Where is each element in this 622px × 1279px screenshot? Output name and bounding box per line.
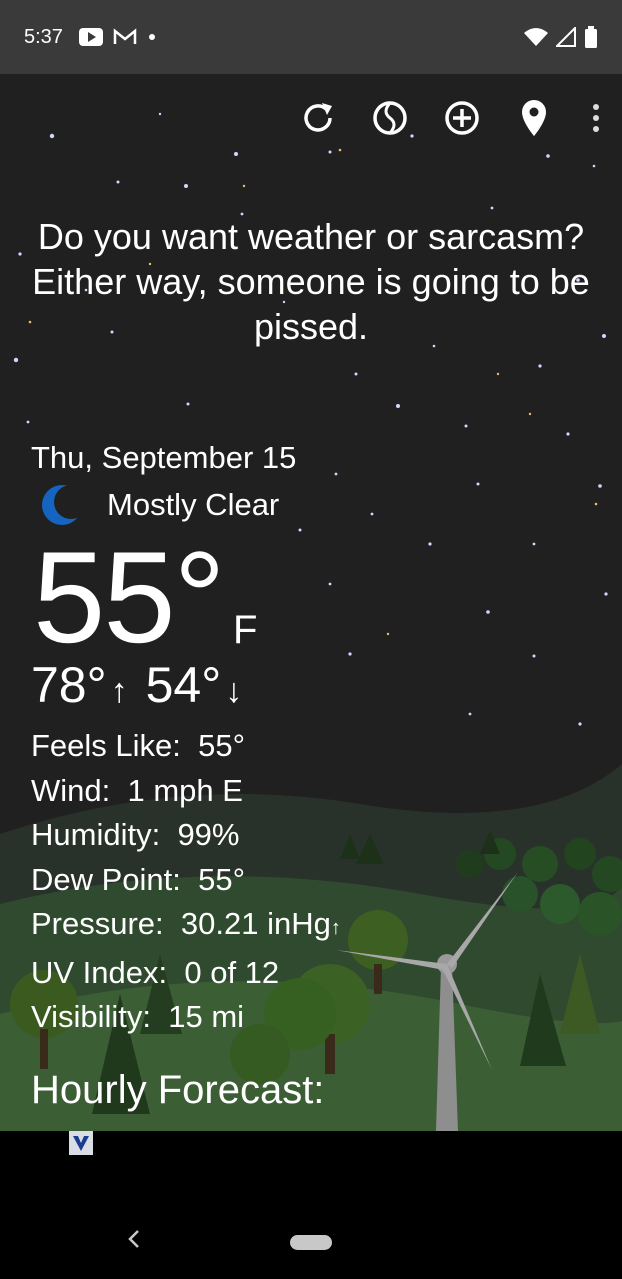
pressure-rising-icon: ↑: [330, 917, 341, 939]
detail-wind: Wind: 1 mph E: [31, 769, 341, 814]
weather-scene: Do you want weather or sarcasm? Either w…: [0, 74, 622, 1131]
status-bar: 5:37: [0, 0, 622, 74]
detail-visibility: Visibility: 15 mi: [31, 995, 341, 1040]
add-location-button[interactable]: [440, 96, 484, 140]
gmail-icon: [113, 28, 137, 44]
nav-back-button[interactable]: [124, 1227, 144, 1256]
radar-button[interactable]: [368, 96, 412, 140]
status-time: 5:37: [24, 25, 63, 48]
current-date: Thu, September 15: [31, 440, 297, 475]
current-temperature: 55°: [33, 524, 226, 670]
detail-pressure: Pressure: 30.21 inHg↑: [31, 902, 341, 951]
detail-value: 30.21 inHg: [180, 906, 331, 941]
detail-value: 15 mi: [168, 999, 245, 1034]
v-logo-icon: [73, 1136, 89, 1151]
detail-label: Humidity:: [31, 817, 161, 852]
detail-label: Feels Like:: [31, 728, 181, 763]
detail-humidity: Humidity: 99%: [31, 813, 341, 858]
radar-icon: [373, 101, 407, 135]
back-chevron-icon: [128, 1230, 139, 1248]
detail-value: 0 of 12: [184, 954, 280, 990]
detail-value: 99%: [177, 817, 240, 852]
more-vert-icon: [593, 104, 599, 132]
detail-dew-point: Dew Point: 55°: [31, 858, 341, 903]
detail-label: Wind:: [31, 772, 111, 808]
detail-uv-index: UV Index: 0 of 12: [31, 951, 341, 996]
condition-row: Mostly Clear: [41, 484, 279, 526]
location-button[interactable]: [512, 96, 556, 140]
battery-icon: [585, 26, 597, 48]
detail-label: Pressure:: [31, 906, 164, 941]
temperature-unit: F: [233, 608, 258, 652]
nav-home-pill[interactable]: [290, 1235, 332, 1250]
youtube-icon: [78, 28, 103, 46]
detail-value: 55°: [198, 861, 246, 897]
refresh-icon: [304, 103, 332, 132]
detail-value: 1 mph E: [127, 772, 243, 808]
detail-label: Visibility:: [31, 999, 152, 1034]
high-low-temps: 78° ↑ 54° ↓: [31, 656, 260, 714]
sarcastic-quote: Do you want weather or sarcasm? Either w…: [32, 216, 590, 347]
add-location-icon: [445, 101, 479, 135]
detail-value: 55°: [198, 728, 246, 763]
detail-label: UV Index:: [31, 954, 168, 990]
notification-dot-icon: [148, 34, 155, 40]
top-toolbar: [296, 96, 608, 140]
app-badge-icon[interactable]: [69, 1131, 93, 1155]
low-temp: 54°: [145, 657, 222, 713]
arrow-up-icon: ↑: [110, 672, 128, 710]
bottom-area: [0, 1131, 622, 1279]
location-pin-icon: [522, 100, 546, 136]
weather-details: Feels Like: 55° Wind: 1 mph E Humidity: …: [31, 724, 341, 1040]
hourly-forecast-title: Hourly Forecast:: [31, 1068, 325, 1112]
condition-text: Mostly Clear: [107, 487, 280, 522]
more-options-button[interactable]: [584, 96, 608, 140]
high-temp: 78°: [31, 657, 107, 713]
moon-icon: [42, 485, 83, 525]
detail-label: Dew Point:: [31, 861, 181, 897]
arrow-down-icon: ↓: [225, 672, 243, 710]
cell-signal-icon: [556, 27, 576, 47]
detail-feels-like: Feels Like: 55°: [31, 724, 341, 769]
refresh-button[interactable]: [296, 96, 340, 140]
wifi-icon: [524, 28, 548, 46]
